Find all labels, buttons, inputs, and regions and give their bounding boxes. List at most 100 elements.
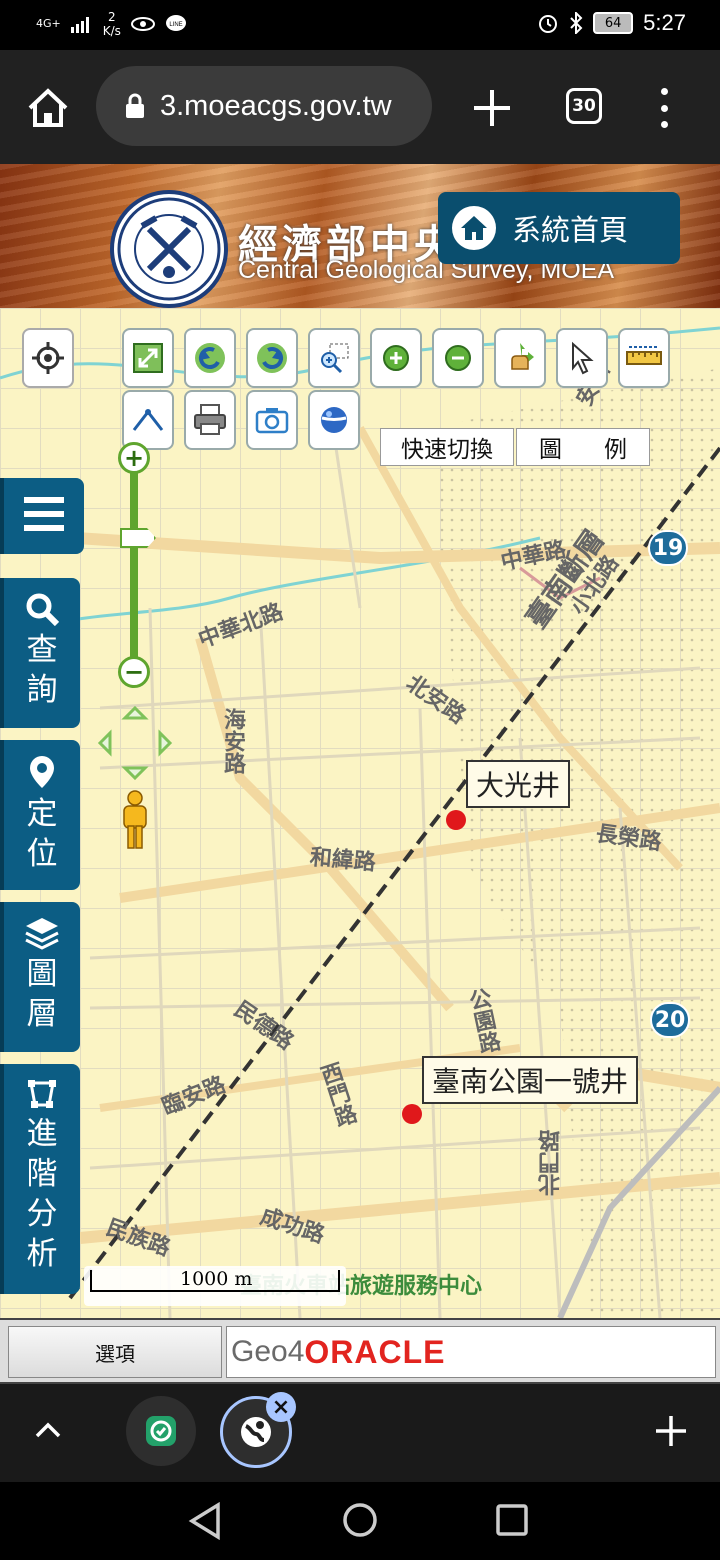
tab-switcher-button[interactable]: 30 (566, 88, 602, 124)
alarm-icon (539, 15, 558, 33)
sidebar-item-search[interactable]: 查 詢 (0, 578, 80, 728)
bluetooth-icon (570, 12, 583, 34)
svg-text:LINE: LINE (169, 22, 182, 28)
scale-text: 1000 m (180, 1268, 253, 1290)
hamburger-menu-icon (24, 497, 64, 531)
cursor-arrow-icon (572, 341, 594, 375)
eye-icon (130, 17, 155, 31)
sidebar-item-label: 分 (26, 1196, 58, 1232)
battery-indicator: 64 (593, 12, 634, 34)
zoom-slider-track[interactable] (130, 456, 138, 672)
line-app-icon: LINE (165, 15, 186, 31)
scale-bar: 1000 m (84, 1266, 346, 1306)
home-circle-icon[interactable] (342, 1502, 378, 1538)
house-icon (452, 206, 496, 250)
clock: 5:27 (643, 10, 686, 35)
crosshair-icon (32, 342, 64, 374)
highway-shield: 20 (650, 1002, 690, 1038)
system-home-button[interactable]: 系統首頁 (438, 192, 680, 264)
undo-arrow-icon (195, 343, 225, 373)
menu-button[interactable] (0, 478, 84, 554)
sidebar-item-label: 查 (26, 632, 58, 668)
add-tab-icon[interactable] (654, 1414, 688, 1448)
sidebar-item-label: 析 (26, 1236, 58, 1272)
more-menu-icon[interactable] (654, 88, 674, 128)
layers-icon (25, 918, 59, 950)
app: 4G+ 2 K/s LINE 64 5:27 3.moeacgs.gov.tw 3… (0, 0, 720, 1560)
highway-shield: 19 (648, 530, 688, 566)
road-label: 海安路 (220, 708, 245, 774)
zoom-slider-minus[interactable]: − (118, 656, 150, 688)
zoom-box-button[interactable] (308, 328, 360, 388)
printer-icon (194, 404, 226, 435)
pan-button[interactable] (494, 328, 546, 388)
redo-arrow-icon (257, 343, 287, 373)
search-icon (26, 593, 59, 626)
url-bar[interactable]: 3.moeacgs.gov.tw (96, 66, 432, 146)
options-button[interactable]: 選項 (8, 1326, 222, 1378)
plus-circle-icon (383, 345, 409, 371)
camera-icon (255, 408, 289, 434)
zoom-out-button[interactable] (432, 328, 484, 388)
profile-line-icon (132, 409, 164, 431)
globe-button[interactable] (308, 390, 360, 450)
site-header: 經濟部中央 Central Geological Survey, MOEA 系統… (0, 164, 720, 308)
well-marker[interactable] (402, 1104, 422, 1124)
map-bottom-bar: 選項 Geo4 ORACLE (0, 1318, 720, 1384)
legend-button[interactable]: 圖例 (516, 428, 650, 466)
zoom-slider-plus[interactable]: + (118, 442, 150, 474)
system-home-label: 系統首頁 (512, 213, 629, 247)
new-tab-icon[interactable] (470, 86, 514, 130)
sidebar-item-label: 層 (26, 996, 58, 1032)
recents-square-icon[interactable] (496, 1504, 528, 1536)
profile-button[interactable] (122, 390, 174, 450)
sidebar-item-label: 階 (26, 1156, 58, 1192)
locate-me-button[interactable] (22, 328, 74, 388)
close-tab-icon[interactable]: × (266, 1392, 296, 1422)
sidebar-item-advanced-analysis[interactable]: 進 階 分 析 (0, 1064, 80, 1294)
road-label: 北門路 (539, 1130, 564, 1196)
app-favicon-icon (146, 1416, 176, 1446)
browser-tab-strip: × (0, 1384, 720, 1482)
next-extent-button[interactable] (246, 328, 298, 388)
zoom-rectangle-icon (321, 343, 349, 374)
sidebar-item-label: 詢 (26, 672, 58, 708)
status-bar: 4G+ 2 K/s LINE 64 5:27 (0, 0, 720, 50)
map-canvas[interactable]: 中華北路 中華路 北安路 海安路 和緯路 長榮路 民德路 公園路 臨安路 西門路… (0, 308, 720, 1318)
well-marker[interactable] (446, 810, 466, 830)
cgs-logo (110, 190, 228, 308)
network-speed: 2 K/s (102, 10, 121, 38)
sidebar-item-label: 圖 (26, 956, 58, 992)
sidebar-item-label: 進 (26, 1116, 58, 1152)
minus-circle-icon (445, 345, 471, 371)
well-label[interactable]: 臺南公園一號井 (422, 1056, 639, 1104)
sidebar-item-locate[interactable]: 定 位 (0, 740, 80, 890)
system-nav-bar (0, 1482, 720, 1560)
print-button[interactable] (184, 390, 236, 450)
hand-pan-icon (511, 343, 534, 370)
screenshot-button[interactable] (246, 390, 298, 450)
network-indicator: 4G+ (36, 17, 61, 30)
zoom-in-button[interactable] (370, 328, 422, 388)
sidebar-item-layers[interactable]: 圖 層 (0, 902, 80, 1052)
full-extent-button[interactable] (122, 328, 174, 388)
back-icon[interactable] (188, 1502, 222, 1540)
signal-icon (70, 17, 89, 33)
pan-arrows-icon[interactable] (96, 704, 174, 782)
sidebar-item-label: 位 (26, 836, 58, 872)
select-button[interactable] (556, 328, 608, 388)
road-label: 和緯路 (308, 845, 377, 876)
geo4-oracle-logo: Geo4 ORACLE (226, 1326, 716, 1378)
url-text: 3.moeacgs.gov.tw (160, 89, 392, 122)
street-view-pegman-icon[interactable] (118, 790, 152, 850)
sidebar-item-label: 定 (26, 796, 58, 832)
globe-favicon-icon (241, 1417, 271, 1447)
chevron-up-icon[interactable] (34, 1420, 62, 1440)
measure-button[interactable] (618, 328, 670, 388)
tab-thumbnail[interactable] (126, 1396, 196, 1466)
well-label[interactable]: 大光井 (466, 760, 571, 808)
quick-switch-button[interactable]: 快速切換 (380, 428, 514, 466)
home-icon[interactable] (24, 84, 72, 132)
previous-extent-button[interactable] (184, 328, 236, 388)
ruler-icon (626, 346, 662, 365)
